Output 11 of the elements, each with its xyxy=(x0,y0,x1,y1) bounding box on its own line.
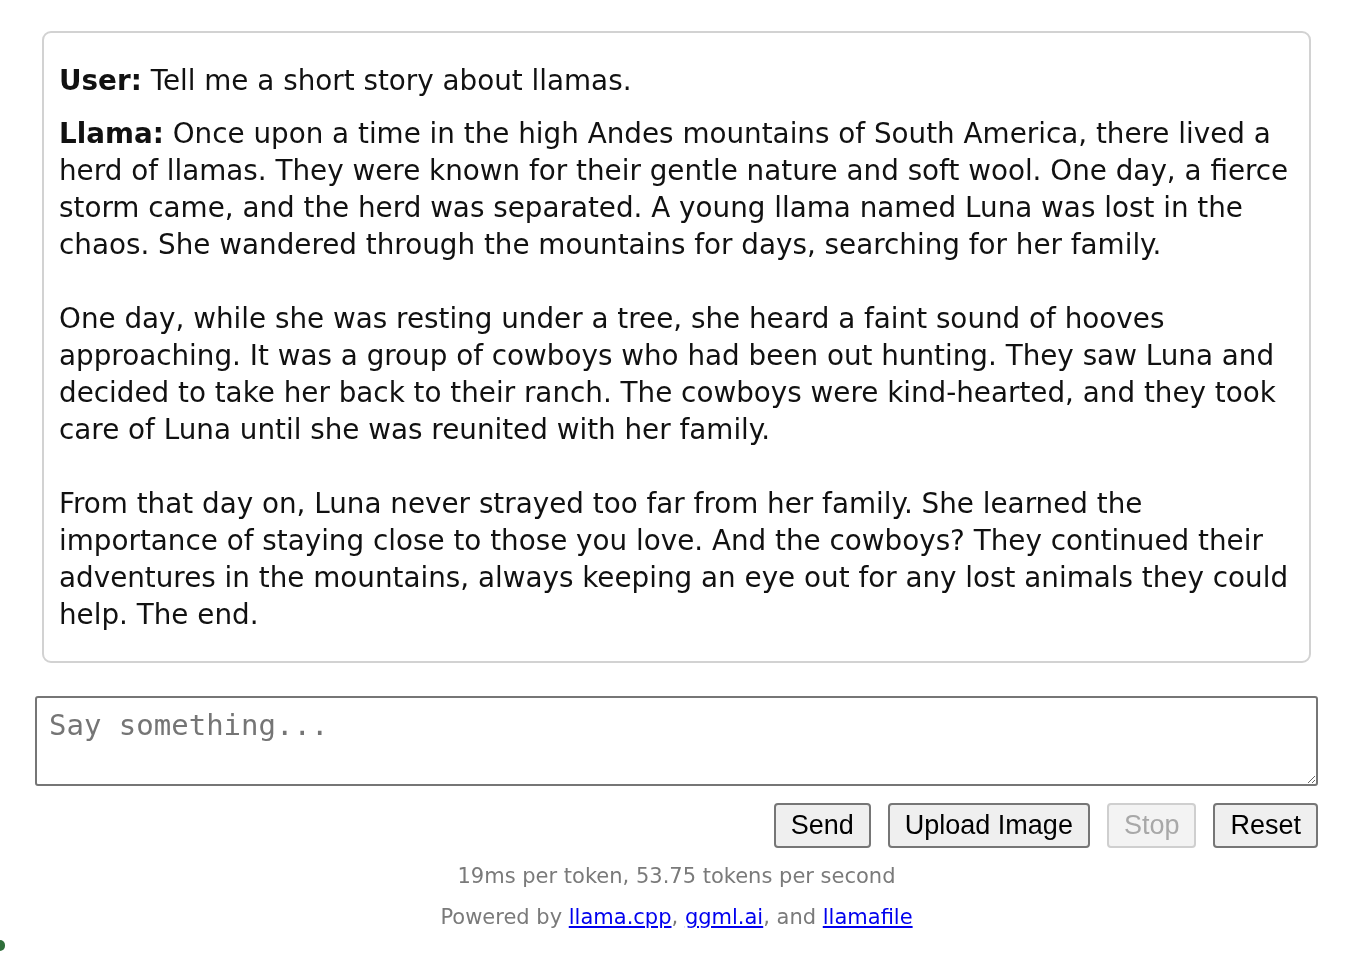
footer-link[interactable]: llamafile xyxy=(822,905,913,929)
chat-message: User: Tell me a short story about llamas. xyxy=(59,63,633,99)
speed-stats: 19ms per token, 53.75 tokens per second xyxy=(456,863,897,890)
action-button[interactable]: Reset xyxy=(1213,803,1318,848)
footer-text: Powered by llama.cpp, ggml.ai, and llamafile xyxy=(439,904,914,931)
footer-link[interactable]: llama.cpp xyxy=(568,905,672,929)
action-button[interactable]: Send xyxy=(773,803,871,848)
message-input[interactable]: Say something... xyxy=(35,696,1318,786)
action-button[interactable]: Upload Image xyxy=(887,803,1090,848)
footer-link[interactable]: ggml.ai xyxy=(684,905,764,929)
chat-message: Llama: Once upon a time in the high Andes mountains of South America, there lived a herd of llamas. They were known for their gentle nature and soft wool. One day, a fierce storm came, and the herd was separated. A young llama named Luna was lost in the chaos. She wandered through the mountains for days, searching for her family. One day, while she was resting under a tree, she heard a faint sound of hooves approaching. It was a group of cowboys who had been out hunting. They saw Luna and decided to take her back to their ranch. The cowboys were kind-hearted, and they took care of Luna until she was reunited with her family. From that day on, Luna never strayed too far from her family. She learned the importance of staying close to those you love. And the cowboys? They continued their adventures in the mountains, always keeping an eye out for any lost animals they could help. The end. xyxy=(59,116,1290,633)
